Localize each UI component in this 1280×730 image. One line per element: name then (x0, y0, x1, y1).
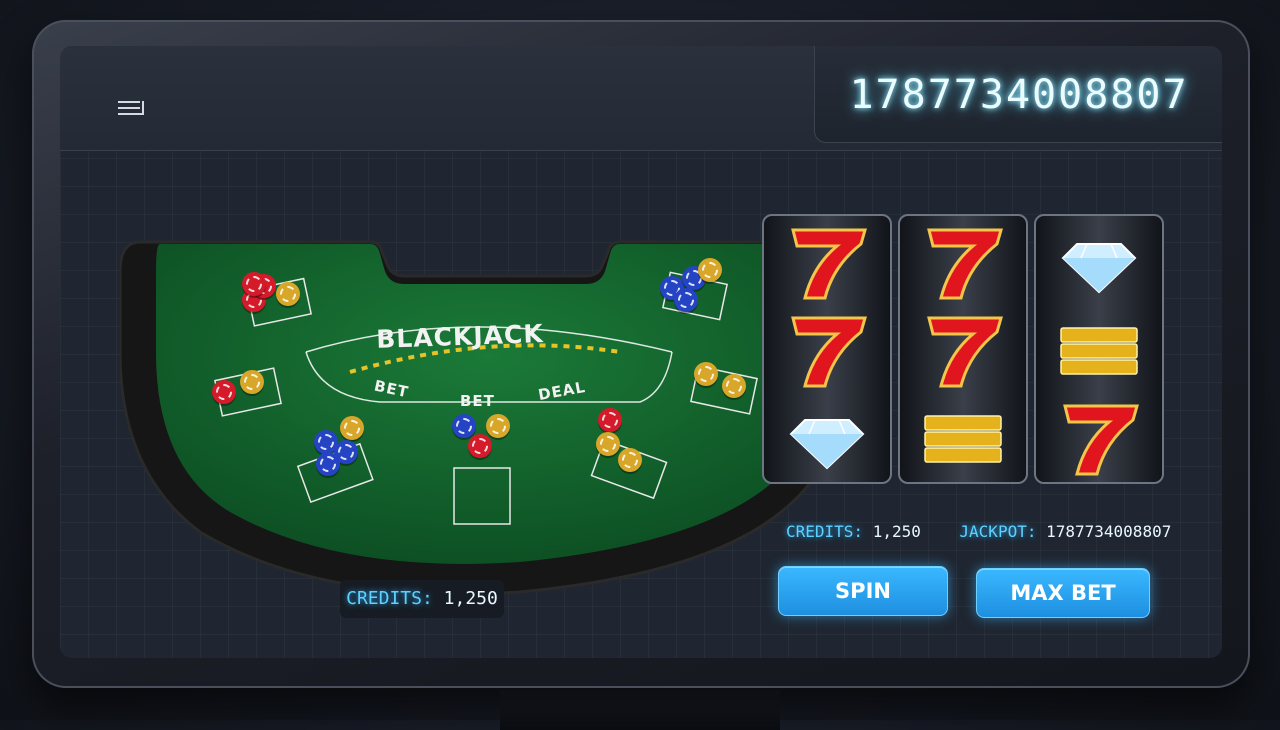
monitor-stand (500, 690, 780, 730)
slot-info-bar: CREDITS: 1,250 JACKPOT: 1787734008807 (786, 522, 1186, 546)
seven-icon (791, 228, 867, 300)
chip-stack[interactable] (692, 360, 762, 420)
seven-icon (1063, 404, 1139, 476)
seven-icon (927, 316, 1003, 388)
jackpot-counter-panel: 1787734008807 (814, 46, 1222, 143)
reel-1 (762, 214, 892, 484)
chip-stack[interactable] (314, 416, 384, 476)
game-screen: 1787734008807 BLACKJACK BET BET DEAL CRE… (60, 46, 1222, 658)
bet-label-center: BET (460, 392, 495, 410)
diamond-icon (789, 419, 865, 470)
spin-button[interactable]: SPIN (778, 566, 948, 616)
chip-stack[interactable] (596, 408, 666, 472)
slot-reels (762, 214, 1170, 484)
jackpot-counter: 1787734008807 (849, 72, 1189, 118)
diamond-icon (1061, 243, 1137, 294)
slot-credits-value: 1,250 (872, 522, 921, 541)
blackjack-credits: CREDITS: 1,250 (340, 580, 504, 618)
jackpot-value: 1787734008807 (1046, 522, 1172, 541)
seven-icon (927, 228, 1003, 300)
gold-bars-icon (1060, 327, 1138, 375)
reel-2 (898, 214, 1028, 484)
slot-credits-label: CREDITS: (786, 522, 864, 541)
max-bet-button[interactable]: MAX BET (976, 568, 1150, 618)
credits-value: 1,250 (443, 588, 498, 609)
chip-stack[interactable] (450, 412, 520, 472)
seven-icon (791, 316, 867, 388)
menu-icon[interactable] (116, 98, 146, 118)
chip-stack[interactable] (212, 370, 282, 430)
credits-label: CREDITS: (346, 588, 433, 609)
top-bar: 1787734008807 (60, 46, 1222, 151)
blackjack-table: BLACKJACK BET BET DEAL (120, 232, 840, 612)
chip-stack[interactable] (658, 258, 728, 318)
reel-3 (1034, 214, 1164, 484)
jackpot-label: JACKPOT: (959, 522, 1037, 541)
chip-stack[interactable] (242, 264, 312, 324)
gold-bars-icon (924, 415, 1002, 463)
